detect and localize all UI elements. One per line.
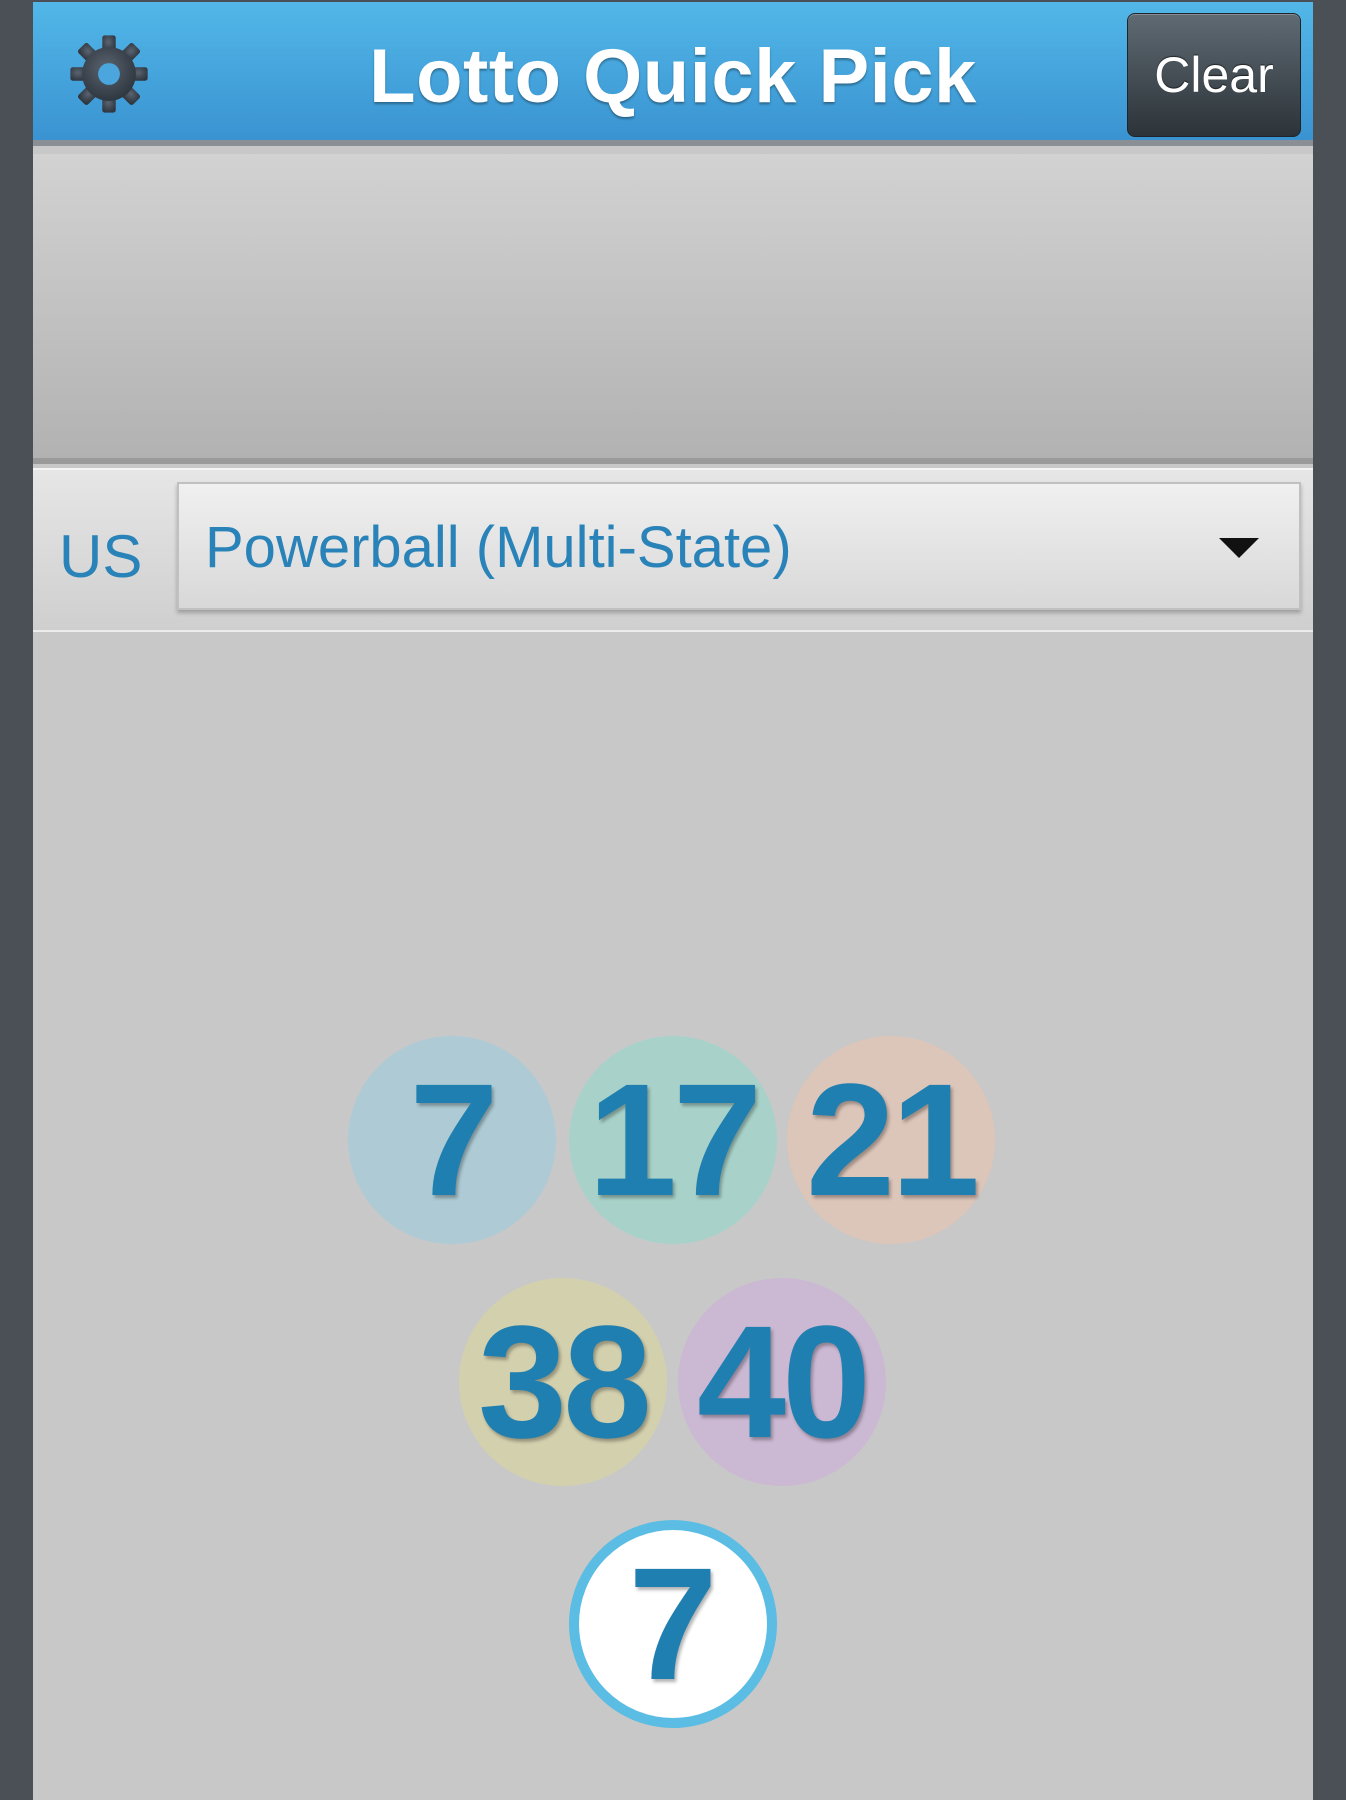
triangle-down-icon [1219,538,1259,558]
number-ball: 40 [678,1278,886,1486]
clear-button[interactable]: Clear [1127,13,1301,137]
lottery-select[interactable]: Powerball (Multi-State) [177,482,1301,610]
app-title: Lotto Quick Pick [369,34,977,119]
number-ball: 7 [348,1036,556,1244]
number-ball-value: 17 [588,1050,762,1229]
power-ball: 7 [569,1520,777,1728]
banner-area [33,154,1313,464]
number-ball: 17 [569,1036,777,1244]
app-screen: Lotto Quick Pick Clear US Powerball (Mul… [33,2,1313,1800]
app-header: Lotto Quick Pick Clear [33,2,1313,146]
number-ball-value: 7 [409,1050,499,1229]
number-ball: 38 [459,1278,667,1486]
lottery-select-value: Powerball (Multi-State) [205,515,792,580]
number-ball-value: 40 [697,1292,871,1471]
region-label: US [59,523,143,590]
power-ball-value: 7 [628,1534,718,1713]
number-ball-value: 21 [806,1050,980,1229]
gear-icon[interactable] [67,32,151,116]
lottery-selector-bar: US Powerball (Multi-State) [33,468,1313,632]
number-ball: 21 [787,1036,995,1244]
number-ball-value: 38 [478,1292,652,1471]
